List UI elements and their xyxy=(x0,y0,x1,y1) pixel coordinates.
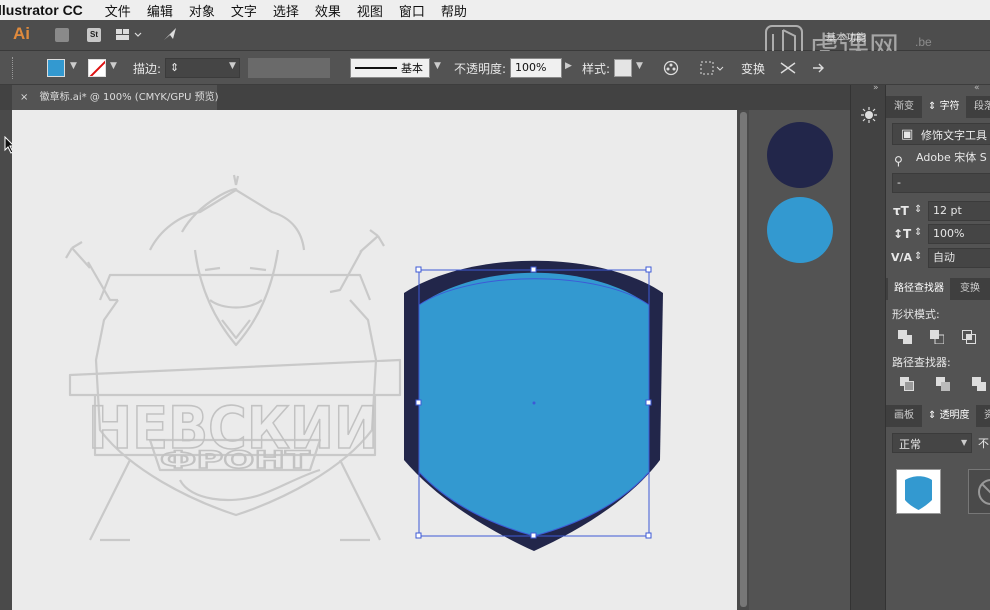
transparency-panel-tabs: 画板 ⇕ 透明度 资 xyxy=(886,405,990,427)
brightness-icon[interactable] xyxy=(861,107,877,126)
font-family-field[interactable]: Adobe 宋体 S xyxy=(912,149,990,169)
canvas-artwork: НЕВСКИИ ФРОНТ xyxy=(65,122,833,551)
tab-gradient[interactable]: 渐变 xyxy=(888,96,920,118)
pathfinder-panel-tabs: 路径查找器 变换 xyxy=(886,278,990,300)
collapse-panels-icon[interactable]: « xyxy=(974,83,980,93)
panel-icon-dock: » xyxy=(850,83,885,610)
minus-front-icon[interactable] xyxy=(930,330,944,344)
pathfinders-label: 路径查找器: xyxy=(892,356,951,369)
collapse-arrows-icon[interactable]: » xyxy=(873,83,879,93)
font-style-field[interactable]: - xyxy=(892,173,990,193)
illustrator-window: llustrator CC 文件 编辑 对象 文字 选择 效果 视图 窗口 帮助… xyxy=(0,0,990,610)
tab-artboards[interactable]: 画板 xyxy=(888,405,920,427)
tab-transform[interactable]: 变换 xyxy=(954,278,986,300)
blend-mode-value: 正常 xyxy=(899,438,921,451)
blue-color-reference[interactable] xyxy=(767,197,833,263)
leading-stepper-icon[interactable]: ⇕ xyxy=(914,227,922,238)
font-search-icon[interactable]: ⚲ xyxy=(894,154,903,168)
navy-color-reference[interactable] xyxy=(767,122,833,188)
panel-column: « 渐变 ⇕ 字符 段落 ▣ 修饰文字工具 ⚲ Adobe 宋体 S - τT … xyxy=(885,83,990,610)
tab-transparency[interactable]: ⇕ 透明度 xyxy=(922,405,976,427)
shape-modes-label: 形状模式: xyxy=(892,308,940,321)
tab-pathfinder[interactable]: 路径查找器 xyxy=(888,278,950,300)
transparency-opacity-prefix: 不 xyxy=(978,437,989,450)
leading-icon: ↕T xyxy=(893,227,912,241)
leading-field[interactable]: 100% xyxy=(928,224,990,244)
sketch-text-line2: ФРОНТ xyxy=(160,446,311,474)
opacity-mask-thumbnail[interactable] xyxy=(968,469,990,514)
font-size-stepper-icon[interactable]: ⇕ xyxy=(914,204,922,215)
sketch-badge xyxy=(65,174,402,542)
svg-text:.be: .be xyxy=(915,35,932,49)
blend-mode-select[interactable]: 正常 ▼ xyxy=(892,433,972,453)
tab-character[interactable]: ⇕ 字符 xyxy=(922,96,966,118)
no-mask-icon xyxy=(978,479,990,505)
divide-icon[interactable] xyxy=(900,377,914,391)
touch-type-tool-button[interactable]: ▣ 修饰文字工具 xyxy=(892,123,990,145)
intersect-icon[interactable] xyxy=(962,330,976,344)
font-size-icon: τT xyxy=(893,204,909,218)
kerning-field[interactable]: 自动 xyxy=(928,248,990,268)
character-panel-tabs: 渐变 ⇕ 字符 段落 xyxy=(886,96,990,118)
unite-icon[interactable] xyxy=(898,330,912,344)
kerning-icon: V/A xyxy=(891,251,913,264)
trim-icon[interactable] xyxy=(936,377,950,391)
font-size-field[interactable]: 12 pt xyxy=(928,201,990,221)
layer-thumbnail[interactable] xyxy=(896,469,941,514)
thumbnail-shield-icon xyxy=(905,476,932,510)
tab-assets[interactable]: 资 xyxy=(978,405,990,427)
merge-icon[interactable] xyxy=(972,377,986,391)
touch-type-label: 修饰文字工具 xyxy=(921,129,987,142)
touch-type-icon: ▣ xyxy=(901,127,914,142)
tab-paragraph[interactable]: 段落 xyxy=(968,96,990,118)
kerning-stepper-icon[interactable]: ⇕ xyxy=(914,251,922,262)
blend-mode-chevron-icon: ▼ xyxy=(961,438,968,447)
